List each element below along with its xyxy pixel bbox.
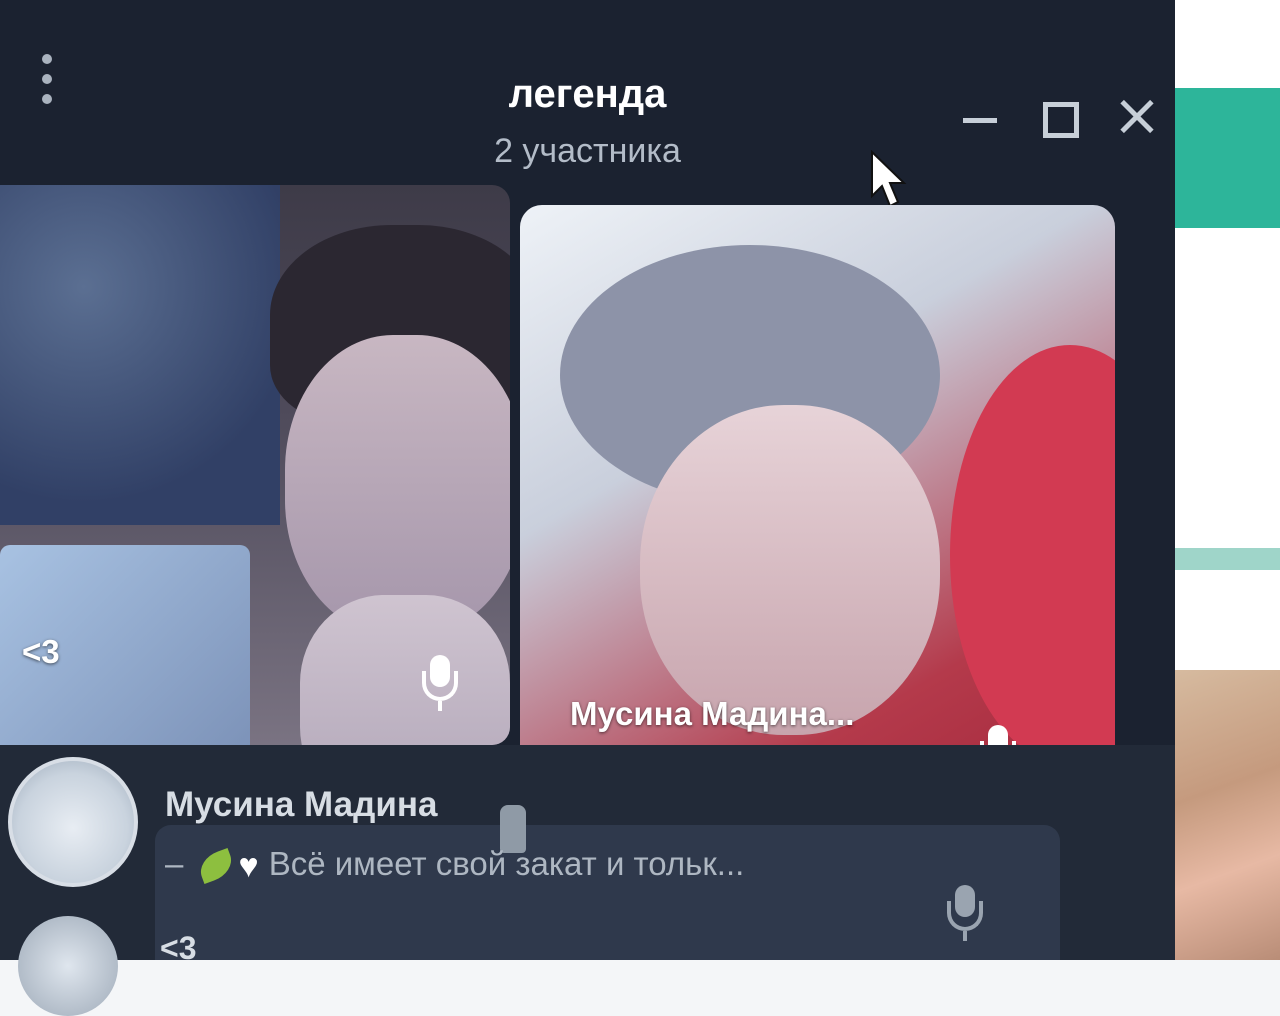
participant-name: Мусина Мадина — [165, 785, 438, 824]
participant-status: – ♥ Всё имеет свой закат и тольк... — [165, 845, 744, 886]
menu-dot-icon — [42, 54, 52, 64]
maximize-button[interactable] — [1035, 92, 1085, 142]
video-background — [0, 185, 280, 525]
leaf-icon — [195, 848, 236, 885]
participant-row[interactable]: <3 — [0, 910, 1060, 1016]
video-red-object — [950, 345, 1115, 765]
mouse-cursor-icon — [871, 150, 907, 208]
group-call-window: легенда 2 участника <3 Мусина Мадина... … — [0, 0, 1175, 1016]
avatar — [18, 916, 118, 1016]
avatar — [8, 757, 138, 887]
video-tile-speaking[interactable]: Мусина Мадина... — [520, 205, 1115, 810]
video-person-face — [285, 335, 510, 635]
minimize-button[interactable] — [955, 92, 1005, 142]
title-bar: легенда 2 участника — [0, 0, 1175, 208]
video-person-hand — [300, 595, 510, 745]
participant-name: <3 — [160, 930, 197, 966]
status-prefix: – — [165, 845, 184, 882]
close-button[interactable] — [1112, 92, 1162, 142]
video-person-face — [640, 405, 940, 735]
tile-name-label: <3 — [22, 633, 60, 670]
heart-icon: ♥ — [238, 846, 259, 885]
tile-name-label: Мусина Мадина... — [570, 695, 855, 732]
status-text: Всё имеет свой закат и тольк... — [268, 845, 745, 882]
participant-list: Мусина Мадина – ♥ Всё имеет свой закат и … — [0, 745, 1175, 1016]
mic-icon — [420, 655, 460, 713]
video-tile-participant[interactable]: <3 — [0, 185, 510, 745]
